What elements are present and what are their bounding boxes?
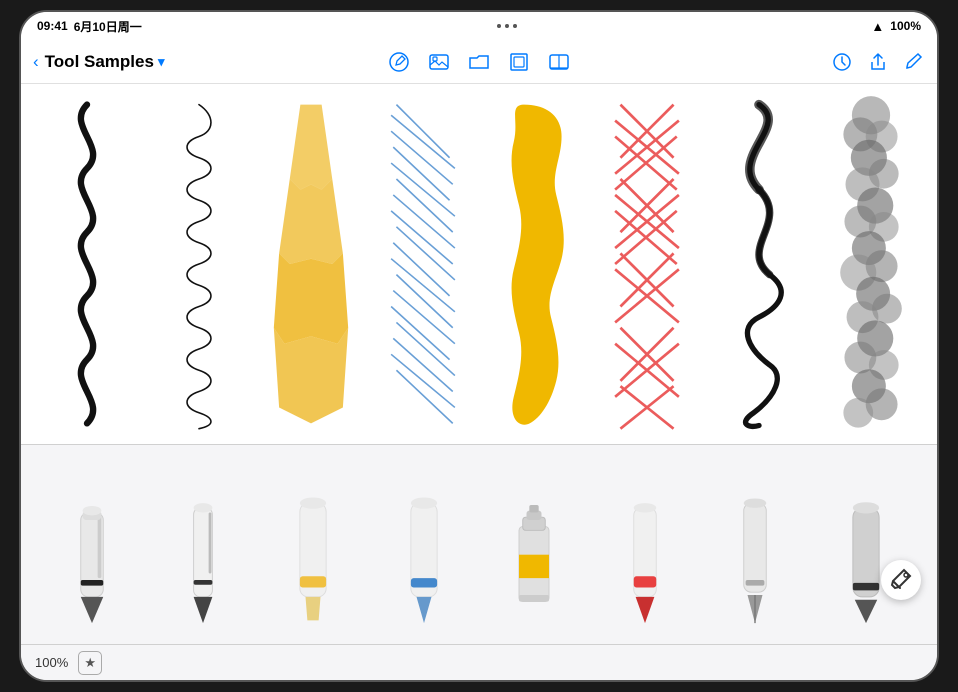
tools-panel	[21, 444, 937, 644]
pen-fab-button[interactable]	[881, 560, 921, 600]
document-title: Tool Samples ▾	[45, 52, 165, 72]
zoom-label: 100%	[35, 655, 68, 670]
status-right: ▲ 100%	[871, 19, 921, 34]
toolbar-right	[706, 51, 925, 73]
share-icon[interactable]	[867, 51, 889, 73]
bottom-bar: 100% ★	[21, 644, 937, 680]
history-icon[interactable]	[831, 51, 853, 73]
frame-icon[interactable]	[508, 51, 530, 73]
apple-pencil-icon[interactable]	[388, 51, 410, 73]
tool-marker-blue[interactable]	[369, 465, 480, 625]
back-button[interactable]: ‹	[33, 52, 39, 72]
wifi-icon: ▲	[871, 19, 884, 34]
status-bar: 09:41 6月10日周一 ▲ 100%	[21, 12, 937, 40]
stroke-pencil-blue	[367, 94, 479, 434]
title-text: Tool Samples	[45, 52, 154, 72]
stroke-fine-liner	[143, 94, 255, 434]
status-left: 09:41 6月10日周一	[37, 18, 142, 35]
gallery-icon[interactable]	[428, 51, 450, 73]
star-icon: ★	[84, 655, 96, 671]
stroke-paint-yellow	[479, 94, 591, 434]
toolbar-left: ‹ Tool Samples ▾	[33, 52, 252, 72]
back-chevron-icon: ‹	[33, 52, 39, 72]
dropdown-icon[interactable]: ▾	[158, 54, 165, 70]
stroke-ink-pen	[31, 94, 143, 434]
stroke-watercolor	[815, 94, 927, 434]
ipad-frame: 09:41 6月10日周一 ▲ 100% ‹ Tool Samples ▾	[19, 10, 939, 682]
stroke-calligraphy	[703, 94, 815, 434]
tool-crayon-red[interactable]	[590, 465, 701, 625]
toolbar: ‹ Tool Samples ▾	[21, 40, 937, 84]
stroke-crayon-red	[591, 94, 703, 434]
status-center	[497, 24, 517, 28]
tool-marker-yellow[interactable]	[258, 465, 369, 625]
tool-charcoal[interactable]	[811, 465, 922, 625]
toolbar-center	[260, 51, 698, 73]
dot2	[505, 24, 509, 28]
tool-nib-pen[interactable]	[700, 465, 811, 625]
time-label: 09:41	[37, 19, 68, 33]
date-label: 6月10日周一	[74, 18, 142, 35]
dot3	[513, 24, 517, 28]
stroke-marker-yellow	[255, 94, 367, 434]
edit-icon[interactable]	[903, 51, 925, 73]
tool-fine-liner[interactable]	[148, 465, 259, 625]
battery-label: 100%	[890, 19, 921, 33]
tool-paint-tube[interactable]	[479, 465, 590, 625]
tool-ink-pen[interactable]	[37, 465, 148, 625]
image-icon[interactable]	[548, 51, 570, 73]
favorites-button[interactable]: ★	[78, 651, 102, 675]
dot1	[497, 24, 501, 28]
canvas-area	[21, 84, 937, 444]
folder-icon[interactable]	[468, 51, 490, 73]
